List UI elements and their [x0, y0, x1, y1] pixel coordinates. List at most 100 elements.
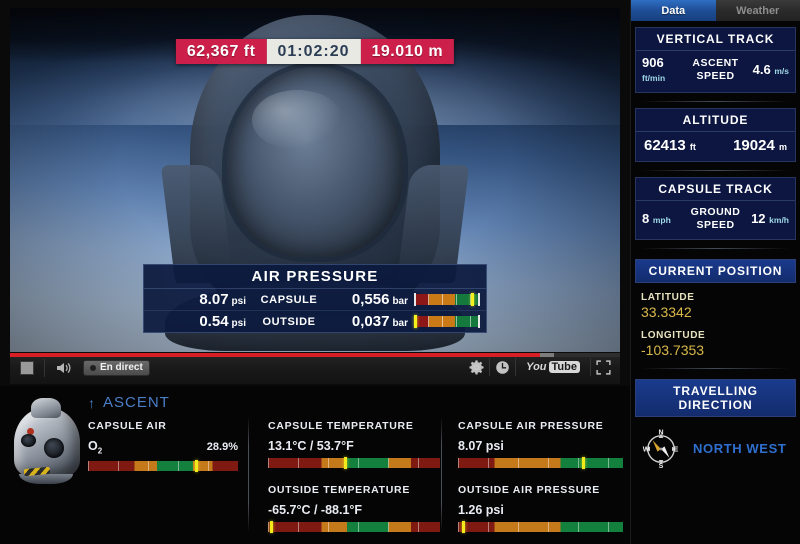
compass-icon: N E S W — [639, 427, 683, 471]
gauge-ticks — [458, 458, 623, 468]
volume-icon[interactable] — [55, 361, 73, 375]
capsule-psi-value: 8.07 psi — [199, 291, 246, 308]
ground-speed-mph: 8 mph — [642, 210, 671, 226]
vertical-track-panel: VERTICAL TRACK 906 ft/min ASCENT SPEED 4.… — [635, 27, 796, 93]
latitude-label: LATITUDE — [641, 291, 695, 303]
outside-air-pressure-value: 1.26 psi — [458, 503, 504, 517]
live-indicator-badge[interactable]: En direct — [83, 360, 150, 376]
outside-temperature-gauge — [268, 521, 440, 533]
oxygen-symbol: O2 — [88, 439, 103, 456]
gauge-cap-right — [478, 315, 480, 328]
vertical-track-title: VERTICAL TRACK — [636, 28, 795, 51]
gauge-ticks — [458, 522, 623, 532]
gauge-needle — [582, 457, 586, 469]
capsule-air-group: CAPSULE AIR O2 28.9% — [88, 420, 238, 487]
capsule-temperature-gauge — [268, 457, 440, 469]
latitude-value: 33.3342 — [641, 303, 692, 320]
altitude-feet-unit: ft — [689, 141, 696, 152]
outside-air-pressure-label: OUTSIDE AIR PRESSURE — [458, 484, 600, 496]
capsule-temperature-value-row: 13.1°C / 53.7°F — [268, 439, 440, 453]
altitude-meters-readout: 19.010 m — [360, 39, 455, 64]
altitude-title: ALTITUDE — [636, 108, 795, 132]
ascent-speed-ms: 4.6 m/s — [752, 62, 789, 78]
altitude-body: 62413 ft 19024 m — [636, 131, 795, 161]
clock-icon[interactable] — [494, 359, 511, 376]
sidebar-divider — [641, 247, 790, 249]
outside-bar-unit: bar — [392, 318, 408, 329]
capsule-track-panel: CAPSULE TRACK 8 mph GROUND SPEED 12 km/h — [635, 176, 796, 240]
control-separator — [44, 359, 45, 377]
air-pressure-title: AIR PRESSURE — [144, 265, 486, 289]
svg-text:E: E — [674, 446, 679, 453]
player-left-controls: En direct — [20, 359, 150, 377]
pressure-group: CAPSULE AIR PRESSURE 8.07 psi OUTSIDE AI… — [458, 420, 623, 544]
video-player-viewport[interactable]: 62,367 ft 01:02:20 19.010 m AIR PRESSURE… — [10, 8, 620, 352]
temperature-group: CAPSULE TEMPERATURE 13.1°C / 53.7°F OUTS… — [268, 420, 440, 544]
capsule-air-gauge — [88, 459, 238, 472]
gear-icon[interactable] — [468, 359, 485, 376]
current-position-block: LATITUDE 33.3342 LONGITUDE -103.7353 — [631, 283, 800, 358]
capsule-top-hatch — [31, 398, 61, 418]
youtube-logo-icon[interactable]: You Tube — [520, 361, 586, 373]
outside-pressure-gauge — [414, 315, 480, 328]
travelling-direction-value: NORTH WEST — [693, 441, 787, 457]
control-separator — [515, 358, 517, 376]
ground-speed-kmh: 12 km/h — [751, 210, 789, 226]
capsule-psi-unit: psi — [231, 296, 246, 307]
ascent-speed-ms-unit: m/s — [774, 66, 789, 77]
column-divider — [441, 416, 442, 532]
video-column: 62,367 ft 01:02:20 19.010 m AIR PRESSURE… — [0, 0, 630, 544]
outside-psi-value: 0.54 psi — [199, 313, 246, 330]
tab-weather[interactable]: Weather — [715, 0, 800, 21]
sidebar-divider — [641, 169, 790, 171]
altitude-panel: ALTITUDE 62413 ft 19024 m — [635, 107, 796, 162]
youtube-tube-text: Tube — [548, 361, 580, 373]
outside-temperature-label: OUTSIDE TEMPERATURE — [268, 484, 411, 496]
capsule-porthole-small — [21, 434, 36, 447]
column-divider — [248, 416, 249, 532]
progress-bar-fill — [10, 353, 541, 357]
capsule-air-pressure-label: CAPSULE AIR PRESSURE — [458, 420, 604, 432]
gauge-ticks — [268, 458, 440, 468]
gauge-ticks — [268, 522, 440, 532]
longitude-value: -103.7353 — [641, 341, 705, 358]
telemetry-bottom-bar: ↑ ASCENT CAPSULE AIR O2 28.9% CAPSULE TE… — [0, 386, 630, 544]
outside-temperature-value: -65.7°C / -88.1°F — [268, 503, 363, 517]
mission-clock-readout: 01:02:20 — [266, 39, 361, 64]
air-pressure-row-capsule: 8.07 psi CAPSULE 0,556 bar — [144, 289, 486, 311]
capsule-bar-unit: bar — [392, 296, 408, 307]
gauge-ticks — [88, 460, 238, 471]
oxygen-subscript: 2 — [97, 446, 103, 456]
travelling-direction-title: TRAVELLING DIRECTION — [635, 378, 796, 417]
ground-speed-kmh-unit: km/h — [769, 214, 789, 225]
progress-bar[interactable] — [10, 353, 620, 357]
player-right-controls: You Tube — [468, 358, 612, 376]
fullscreen-icon[interactable] — [595, 359, 612, 376]
altitude-ribbon: 62,367 ft 01:02:20 19.010 m — [175, 39, 455, 64]
capsule-track-body: 8 mph GROUND SPEED 12 km/h — [636, 200, 795, 239]
outside-air-pressure-value-row: 1.26 psi — [458, 503, 623, 517]
tab-data[interactable]: Data — [631, 0, 716, 21]
capsule-air-label: CAPSULE AIR — [88, 420, 167, 432]
flight-status: ↑ ASCENT — [88, 394, 170, 411]
outside-psi-unit: psi — [231, 318, 246, 329]
progress-bar-handle[interactable] — [539, 353, 554, 357]
svg-text:S: S — [659, 463, 664, 470]
capsule-air-pressure-value: 8.07 psi — [458, 439, 504, 453]
ascent-speed-ftmin: 906 ft/min — [642, 55, 666, 84]
sidebar-tabs: Data Weather — [631, 0, 800, 21]
travelling-direction-block: N E S W NORTH WEST — [631, 417, 800, 471]
ascent-arrow-icon: ↑ — [88, 394, 96, 411]
gauge-cap-left — [414, 293, 416, 306]
gauge-needle — [195, 459, 198, 472]
sidebar-divider — [641, 367, 790, 369]
gauge-needle — [270, 521, 274, 533]
capsule-thumbnail-image — [10, 394, 84, 486]
capsule-air-value-row: O2 28.9% — [88, 439, 238, 456]
gauge-needle — [461, 521, 465, 533]
capsule-porthole-large — [44, 438, 64, 458]
capsule-temperature-value: 13.1°C / 53.7°F — [268, 439, 354, 453]
control-separator — [489, 358, 491, 376]
gauge-needle — [471, 293, 475, 306]
stop-button[interactable] — [20, 361, 34, 375]
